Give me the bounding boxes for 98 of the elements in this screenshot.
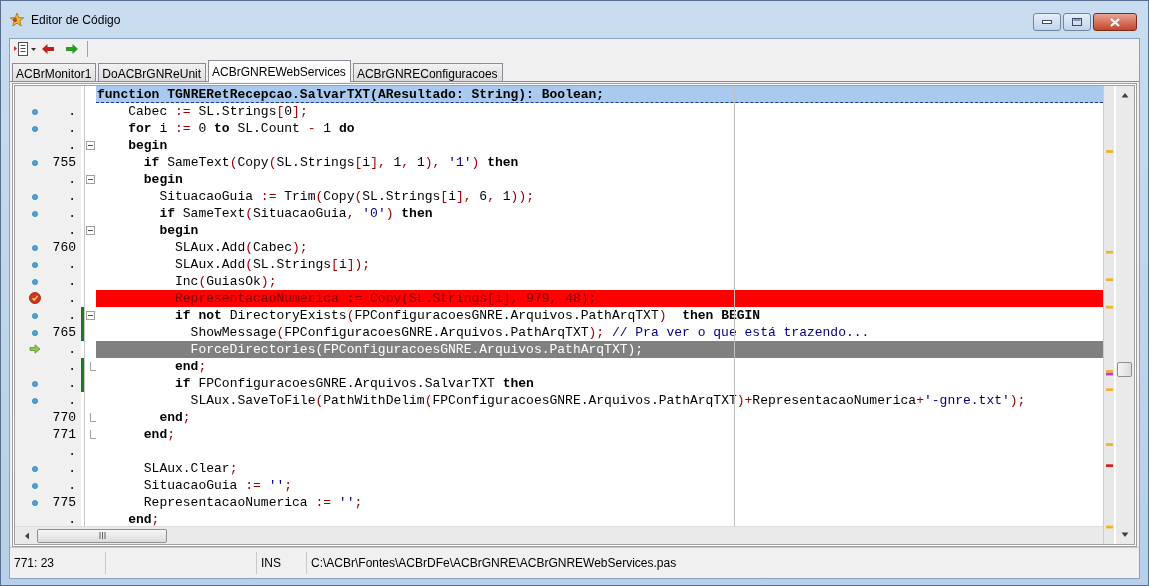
collapse-icon[interactable] [86, 141, 95, 150]
minimize-icon [1042, 20, 1052, 24]
code-line: SLAux.Clear; [142, 460, 239, 477]
code-line: begin [142, 171, 184, 188]
maximize-icon [1072, 18, 1082, 26]
code-line: Inc(GuiasOk); [174, 273, 278, 290]
minimize-button[interactable] [1033, 13, 1061, 31]
file-tab[interactable]: DoACBrGNReUnit [98, 63, 207, 81]
code-line: Cabec := SL.Strings[0]; [127, 103, 309, 120]
close-icon [1110, 17, 1120, 27]
line-number: 771 [52, 427, 76, 442]
line-number: . [68, 461, 76, 476]
back-button[interactable] [41, 43, 55, 55]
cursor-position: 771: 23 [14, 556, 55, 570]
window-title: Editor de Código [31, 12, 121, 27]
left-arrow-icon [41, 43, 55, 55]
collapse-icon[interactable] [86, 311, 95, 320]
bullet-icon [32, 160, 38, 166]
bullet-icon [32, 381, 38, 387]
maximize-button[interactable] [1063, 13, 1091, 31]
code-line: begin [158, 222, 200, 239]
arrow-icon [29, 344, 41, 354]
code-line: end; [127, 511, 161, 526]
scroll-thumb[interactable] [37, 528, 167, 543]
line-number: . [68, 104, 76, 119]
bullet-icon [32, 194, 38, 200]
line-number: . [68, 512, 76, 526]
bullet-icon [32, 330, 38, 336]
collapse-icon[interactable] [86, 226, 95, 235]
list-dropdown-button[interactable] [13, 41, 37, 57]
file-tab[interactable]: ACBrMonitor1 [12, 63, 97, 81]
file-tab[interactable]: ACBrGNREConfiguracoes [352, 63, 503, 81]
code-line: if SameText(SituacaoGuia, '0') then [158, 205, 434, 222]
code-line: end; [142, 426, 177, 443]
line-number: . [68, 257, 76, 272]
code-line: SLAux.Add(Cabec); [174, 239, 309, 256]
code-line: begin [127, 137, 169, 154]
line-number: . [68, 274, 76, 289]
line-number: . [68, 308, 76, 323]
line-number: . [68, 376, 76, 391]
bullet-icon [32, 211, 38, 217]
breakpoint-icon[interactable] [29, 292, 41, 304]
code-line: SLAux.Add(SL.Strings[i]); [174, 256, 372, 273]
forward-button[interactable] [65, 43, 79, 55]
file-path: C:\ACBr\Fontes\ACBrDFe\ACBrGNRE\ACBrGNREWebServices.pas [311, 556, 677, 570]
line-number: . [68, 189, 76, 204]
bullet-icon [32, 500, 38, 506]
bullet-icon [32, 466, 38, 472]
down-arrow-icon[interactable] [1121, 532, 1129, 538]
horizontal-scrollbar[interactable] [15, 526, 1103, 544]
file-tab[interactable]: ACBrGNREWebServices [208, 60, 351, 82]
code-editor[interactable] [15, 86, 1103, 526]
code-line: SLAux.SaveToFile(PathWithDelim(FPConfiguracoesGNRE.Arquivos.PathArqTXT)+RepresentacaoNumerica+'-gnre.txt'); [189, 392, 1027, 409]
line-number: . [68, 138, 76, 153]
line-number: . [68, 478, 76, 493]
code-line: for i := 0 to SL.Count - 1 do [127, 120, 356, 137]
code-line: SituacaoGuia := Trim(Copy(SL.Strings[i], 6, 1)); [158, 188, 535, 205]
bullet-icon [32, 483, 38, 489]
bullet-icon [32, 313, 38, 319]
app-icon [9, 11, 25, 28]
line-number: 755 [52, 155, 76, 170]
line-number: . [68, 342, 76, 357]
bullet-icon [32, 279, 38, 285]
fold-end-icon [89, 362, 96, 371]
line-number: . [68, 223, 76, 238]
grip-icon [98, 532, 106, 539]
list-icon [13, 41, 37, 57]
bullet-icon [32, 398, 38, 404]
code-line: if not DirectoryExists(FPConfiguracoesGNRE.Arquivos.PathArqTXT) then BEGIN [174, 307, 762, 324]
code-line: RepresentacaoNumerica := ''; [142, 494, 364, 511]
line-number: 760 [52, 240, 76, 255]
code-line: SituacaoGuia := ''; [142, 477, 294, 494]
line-number: . [68, 206, 76, 221]
line-number: . [68, 393, 76, 408]
right-arrow-icon [65, 43, 79, 55]
code-line: end; [174, 358, 208, 375]
line-number: 770 [52, 410, 76, 425]
scroll-thumb[interactable] [1117, 362, 1132, 377]
code-line: end; [158, 409, 192, 426]
line-number: . [68, 121, 76, 136]
code-line: if FPConfiguracoesGNRE.Arquivos.SalvarTXT then [174, 375, 535, 392]
close-button[interactable] [1093, 13, 1137, 31]
code-line: if SameText(Copy(SL.Strings[i], 1, 1), '1') then [142, 154, 520, 171]
bullet-icon [32, 109, 38, 115]
bullet-icon [32, 126, 38, 132]
line-number: 765 [52, 325, 76, 340]
line-number: 775 [52, 495, 76, 510]
line-number: . [68, 359, 76, 374]
line-number: . [68, 444, 76, 459]
bullet-icon [32, 245, 38, 251]
vertical-scrollbar[interactable] [1116, 86, 1134, 544]
collapse-icon[interactable] [86, 175, 95, 184]
line-number: . [68, 172, 76, 187]
insert-mode: INS [261, 556, 281, 570]
up-arrow-icon[interactable] [1121, 92, 1129, 98]
line-number: . [68, 291, 76, 306]
left-arrow-icon[interactable] [23, 531, 31, 540]
bullet-icon [32, 262, 38, 268]
